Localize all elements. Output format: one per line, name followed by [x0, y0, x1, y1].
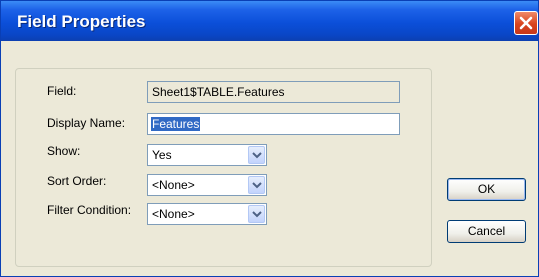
ok-button[interactable]: OK: [447, 178, 526, 201]
title-bar[interactable]: Field Properties: [1, 1, 538, 41]
filter-condition-value: <None>: [152, 207, 195, 221]
display-name-label: Display Name:: [47, 116, 126, 130]
show-dropdown-button[interactable]: [248, 146, 265, 164]
field-label: Field:: [47, 84, 77, 98]
window-title: Field Properties: [17, 12, 146, 31]
show-value: Yes: [152, 148, 172, 162]
close-button[interactable]: [514, 11, 538, 35]
chevron-down-icon: [252, 182, 262, 189]
sort-order-label: Sort Order:: [47, 174, 107, 188]
filter-condition-label: Filter Condition:: [47, 203, 132, 217]
sort-order-value: <None>: [152, 178, 195, 192]
chevron-down-icon: [252, 152, 262, 159]
cancel-button[interactable]: Cancel: [447, 220, 526, 243]
sort-order-dropdown-button[interactable]: [248, 176, 265, 194]
field-value: Sheet1$TABLE.Features: [147, 81, 400, 103]
close-icon: [519, 16, 533, 30]
sort-order-dropdown[interactable]: <None>: [147, 174, 267, 196]
chevron-down-icon: [252, 211, 262, 218]
field-properties-dialog: Field Properties Field: Sheet1$TABLE.Fea…: [0, 0, 539, 277]
show-label: Show:: [47, 144, 81, 158]
filter-condition-dropdown-button[interactable]: [248, 205, 265, 223]
display-name-input[interactable]: Features: [147, 113, 400, 135]
filter-condition-dropdown[interactable]: <None>: [147, 203, 267, 225]
dialog-body: Field: Sheet1$TABLE.Features Display Nam…: [1, 41, 538, 276]
show-dropdown[interactable]: Yes: [147, 144, 267, 166]
display-name-value: Features: [151, 117, 201, 131]
